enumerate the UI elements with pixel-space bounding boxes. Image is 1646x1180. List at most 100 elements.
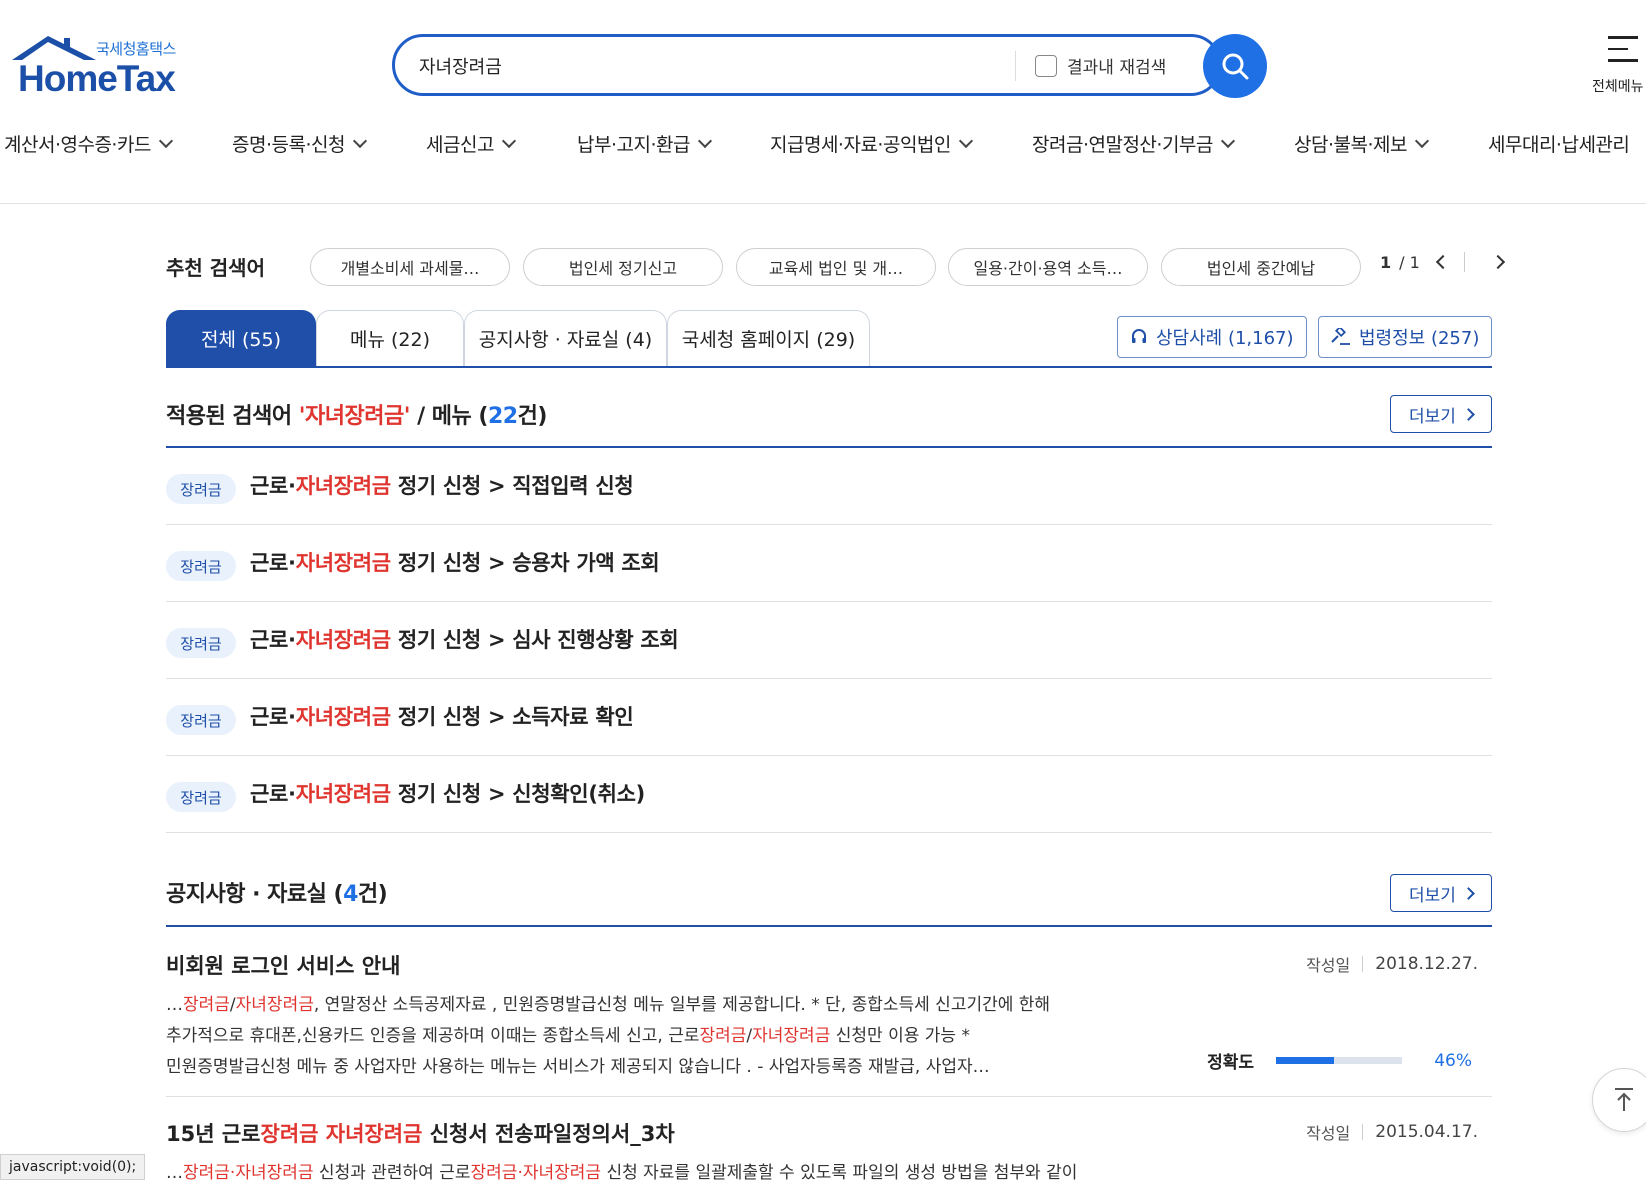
chevron-left-icon[interactable] xyxy=(1435,254,1450,270)
all-menu-button[interactable]: 전체메뉴 xyxy=(1586,34,1646,98)
menu-link[interactable]: 근로·자녀장려금 정기 신청 > 소득자료 확인 xyxy=(250,701,634,731)
tab-menu[interactable]: 메뉴 (22) xyxy=(316,310,464,366)
recheck-option[interactable]: 결과내 재검색 xyxy=(1035,53,1166,78)
header: 국세청홈택스 HomeTax 결과내 재검색 전체메뉴 계산서·영수증·카드 증… xyxy=(0,0,1646,204)
search-input[interactable] xyxy=(419,51,979,81)
tab-all[interactable]: 전체 (55) xyxy=(166,310,316,366)
browser-status-bar: javascript:void(0); xyxy=(0,1154,146,1180)
accuracy-meter: 정확도 46% xyxy=(1207,1048,1472,1074)
law-info-label: 법령정보 (257) xyxy=(1359,328,1480,349)
menu-text-post: 정기 신청 > 소득자료 확인 xyxy=(390,705,634,729)
category-badge: 장려금 xyxy=(166,782,236,812)
chevron-down-icon xyxy=(1220,133,1235,148)
notice-snippet: …장려금·자녀장려금 신청과 관련하여 근로장려금·자녀장려금 신청 자료를 일… xyxy=(166,1158,1366,1180)
recheck-checkbox[interactable] xyxy=(1035,54,1057,77)
scroll-top-button[interactable] xyxy=(1592,1068,1646,1132)
recommended-chip[interactable]: 일용·간이·용역 소득… xyxy=(948,248,1148,286)
title-suffix: 건) xyxy=(517,404,548,429)
law-info-button[interactable]: 법령정보 (257) xyxy=(1318,316,1493,358)
chevron-down-icon xyxy=(1414,133,1430,148)
gnb-item-payment[interactable]: 납부·고지·환급 xyxy=(577,130,713,157)
snippet-text: 신청만 이용 가능 * xyxy=(830,1026,970,1046)
chevron-down-icon xyxy=(958,133,973,148)
menu-text-pre: 근로· xyxy=(250,551,296,575)
gnb-item-certificate[interactable]: 증명·등록·신청 xyxy=(232,130,368,157)
menu-text-pre: 근로· xyxy=(250,705,296,729)
title-text: 신청서 전송파일정의서_3차 xyxy=(422,1122,675,1146)
recommended-chip[interactable]: 법인세 정기신고 xyxy=(523,248,723,286)
logo-subtitle: 국세청홈택스 xyxy=(96,40,176,58)
search-divider xyxy=(1015,51,1016,81)
title-highlight: 장려금 xyxy=(260,1122,319,1146)
recommended-chip[interactable]: 교육세 법인 및 개… xyxy=(736,248,936,286)
snippet-text: … xyxy=(166,1163,183,1180)
snippet-highlight: 자녀장려금 xyxy=(235,1163,314,1180)
list-item[interactable]: 장려금 근로·자녀장려금 정기 신청 > 승용차 가액 조회 xyxy=(166,525,1492,602)
tab-notice[interactable]: 공지사항 · 자료실 (4) xyxy=(464,310,667,366)
hometax-logo[interactable]: 국세청홈택스 HomeTax xyxy=(4,34,194,100)
date-label: 작성일 xyxy=(1306,956,1351,975)
snippet-text: 추가적으로 휴대폰,신용카드 인증을 제공하며 이때는 종합소득세 신고, 근로 xyxy=(166,1026,700,1046)
notice-item[interactable]: 15년 근로장려금 자녀장려금 신청서 전송파일정의서_3차 작성일 2015.… xyxy=(166,1118,1492,1180)
title-count: 22 xyxy=(488,404,518,429)
recommended-chip[interactable]: 법인세 중간예납 xyxy=(1161,248,1361,286)
tab-nts-homepage[interactable]: 국세청 홈페이지 (29) xyxy=(667,310,870,366)
title-keyword: '자녀장려금' xyxy=(298,404,411,429)
title-middle: / 메뉴 ( xyxy=(409,404,488,429)
gnb-item-consult[interactable]: 상담·불복·제보 xyxy=(1294,130,1430,157)
hamburger-icon xyxy=(1608,36,1638,64)
menu-text-post: 정기 신청 > 심사 진행상황 조회 xyxy=(390,628,679,652)
search-button[interactable] xyxy=(1203,34,1267,98)
notice-more-button[interactable]: 더보기 xyxy=(1390,874,1492,912)
headset-icon xyxy=(1132,329,1146,343)
all-menu-label: 전체메뉴 xyxy=(1592,79,1644,95)
menu-link[interactable]: 근로·자녀장려금 정기 신청 > 승용차 가액 조회 xyxy=(250,547,660,577)
date-value: 2018.12.27. xyxy=(1375,954,1478,974)
gavel-icon xyxy=(1331,328,1350,345)
title-count: 4 xyxy=(343,882,358,907)
menu-link[interactable]: 근로·자녀장려금 정기 신청 > 직접입력 신청 xyxy=(250,470,634,500)
pager-divider xyxy=(1463,252,1465,272)
menu-link[interactable]: 근로·자녀장려금 정기 신청 > 신청확인(취소) xyxy=(250,778,645,808)
list-item[interactable]: 장려금 근로·자녀장려금 정기 신청 > 심사 진행상황 조회 xyxy=(166,602,1492,679)
gnb-item-agent[interactable]: 세무대리·납세관리 xyxy=(1488,130,1630,157)
recommended-chip[interactable]: 개별소비세 과세물… xyxy=(310,248,510,286)
arrow-up-icon xyxy=(1615,1088,1633,1111)
gnb-item-invoice[interactable]: 계산서·영수증·카드 xyxy=(4,130,173,157)
notice-title[interactable]: 15년 근로장려금 자녀장려금 신청서 전송파일정의서_3차 xyxy=(166,1118,675,1148)
menu-text-highlight: 자녀장려금 xyxy=(295,628,391,652)
consult-cases-button[interactable]: 상담사례 (1,167) xyxy=(1117,316,1307,358)
category-badge: 장려금 xyxy=(166,551,236,581)
snippet-highlight: 장려금 xyxy=(183,1163,230,1180)
gnb-item-tax-return[interactable]: 세금신고 xyxy=(426,130,516,157)
gnb-item-statement[interactable]: 지급명세·자료·공익법인 xyxy=(770,130,973,157)
list-item[interactable]: 장려금 근로·자녀장려금 정기 신청 > 소득자료 확인 xyxy=(166,679,1492,756)
recheck-label: 결과내 재검색 xyxy=(1067,58,1167,78)
list-item[interactable]: 장려금 근로·자녀장려금 정기 신청 > 직접입력 신청 xyxy=(166,448,1492,525)
global-nav: 계산서·영수증·카드 증명·등록·신청 세금신고 납부·고지·환급 지급명세·자… xyxy=(0,130,1646,170)
accuracy-bar-fill xyxy=(1276,1057,1334,1064)
notice-item[interactable]: 비회원 로그인 서비스 안내 작성일 2018.12.27. …장려금/자녀장려… xyxy=(166,950,1492,1080)
notice-divider xyxy=(166,1096,1492,1097)
title-suffix: 건) xyxy=(357,882,388,907)
menu-text-highlight: 자녀장려금 xyxy=(295,474,391,498)
accuracy-bar xyxy=(1276,1057,1402,1064)
recommended-pager: 1 / 1 xyxy=(1380,252,1505,272)
gnb-item-incentive[interactable]: 장려금·연말정산·기부금 xyxy=(1032,130,1235,157)
notice-section-title: 공지사항 · 자료실 (4건) xyxy=(166,876,388,908)
gnb-label: 납부·고지·환급 xyxy=(577,134,690,156)
gnb-label: 세금신고 xyxy=(426,134,494,156)
date-divider xyxy=(1362,956,1364,972)
title-text: 15년 근로 xyxy=(166,1122,261,1146)
list-item[interactable]: 장려금 근로·자녀장려금 정기 신청 > 신청확인(취소) xyxy=(166,756,1492,833)
title-prefix: 공지사항 · 자료실 ( xyxy=(166,882,344,907)
chevron-right-icon[interactable] xyxy=(1490,254,1505,270)
menu-link[interactable]: 근로·자녀장려금 정기 신청 > 심사 진행상황 조회 xyxy=(250,624,679,654)
section-divider xyxy=(166,925,1492,927)
snippet-text: 민원증명발급신청 메뉴 중 사업자만 사용하는 메뉴는 서비스가 제공되지 않습… xyxy=(166,1057,990,1077)
snippet-text: , 연말정산 소득공제자료 , 민원증명발급신청 메뉴 일부를 제공합니다. *… xyxy=(313,995,1051,1015)
menu-more-button[interactable]: 더보기 xyxy=(1390,395,1492,433)
gnb-label: 계산서·영수증·카드 xyxy=(4,134,151,156)
search-icon xyxy=(1222,53,1249,80)
notice-title[interactable]: 비회원 로그인 서비스 안내 xyxy=(166,950,400,980)
